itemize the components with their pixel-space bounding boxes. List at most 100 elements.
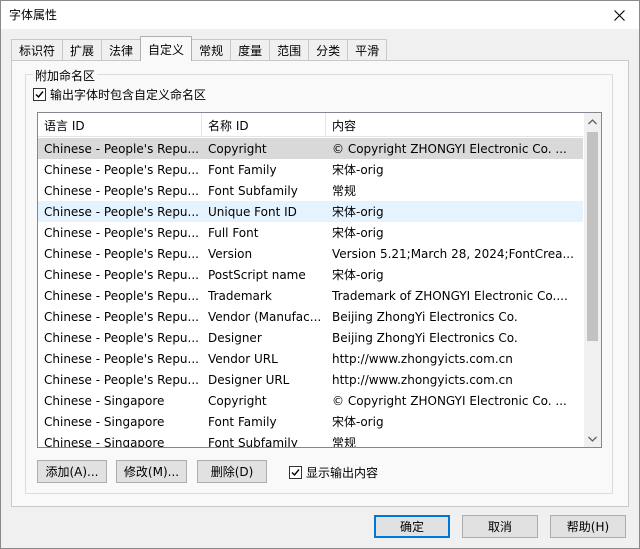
additional-naming-group: 附加命名区 输出字体时包含自定义命名区 语言 ID 名称 ID 内容 Chine…: [25, 67, 613, 494]
table-cell: © Copyright ZHONGYI Electronic Co. ...: [332, 141, 567, 156]
table-cell: Vendor (Manufac...: [208, 309, 322, 324]
tab-2[interactable]: 法律: [101, 39, 142, 61]
table-cell: Chinese - People's Repu...: [44, 288, 199, 303]
tab-1[interactable]: 扩展: [62, 39, 103, 61]
table-cell: Chinese - Singapore: [44, 393, 165, 408]
table-cell: 常规: [332, 184, 357, 198]
table-cell: Copyright: [208, 141, 267, 156]
table-cell: Chinese - People's Repu...: [44, 162, 199, 177]
table-cell: Chinese - People's Repu...: [44, 246, 199, 261]
checkbox-box[interactable]: [33, 88, 46, 101]
table-cell: Beijing ZhongYi Electronics Co.: [332, 309, 518, 324]
table-row[interactable]: Chinese - People's Repu... Font Subfamily…: [38, 180, 583, 201]
table-body: Chinese - People's Repu... Copyright © Cop…: [38, 138, 583, 448]
table-row[interactable]: Chinese - People's Repu... PostScript nam…: [38, 264, 583, 285]
vertical-scrollbar[interactable]: [584, 113, 601, 447]
table-cell: © Copyright ZHONGYI Electronic Co. ...: [332, 393, 567, 408]
tab-strip: 标识符 扩展 法律 自定义 常规 度量 范围 分类 平滑: [11, 36, 388, 61]
modify-button[interactable]: 修改(M)...: [116, 460, 187, 483]
table-cell: Unique Font ID: [208, 204, 297, 219]
table-cell: Font Family: [208, 162, 277, 177]
scroll-up-button[interactable]: [584, 113, 601, 130]
table-row[interactable]: Chinese - Singapore Font Family 宋体-orig: [38, 411, 583, 432]
table-row[interactable]: Chinese - People's Repu... Copyright © Cop…: [38, 138, 583, 159]
table-cell: Chinese - People's Repu...: [44, 372, 199, 387]
table-cell: Designer: [208, 330, 262, 345]
table-cell: Chinese - Singapore: [44, 414, 165, 429]
table-cell: Version: [208, 246, 253, 261]
checkbox-box[interactable]: [289, 466, 302, 479]
table-row[interactable]: Chinese - People's Repu... Unique Font ID…: [38, 201, 583, 222]
table-row[interactable]: Chinese - People's Repu... Vendor URL http…: [38, 348, 583, 369]
table-row[interactable]: Chinese - People's Repu... Trademark Trade…: [38, 285, 583, 306]
table-cell: Copyright: [208, 393, 267, 408]
table-row[interactable]: Chinese - People's Repu... Font Family 宋体-…: [38, 159, 583, 180]
table-cell: Chinese - People's Repu...: [44, 183, 199, 198]
naming-table[interactable]: 语言 ID 名称 ID 内容 Chinese - People's Repu..…: [37, 112, 602, 448]
table-cell: Trademark of ZHONGYI Electronic Co....: [332, 288, 568, 303]
font-properties-dialog: 字体属性 标识符 扩展 法律 自定义 常规 度量 范围 分类 平滑 附加命名区 输出字体时包含自…: [0, 0, 640, 549]
title-bar: 字体属性: [1, 1, 639, 29]
tab-8[interactable]: 平滑: [347, 39, 388, 61]
cancel-button[interactable]: 取消: [462, 515, 538, 538]
table-cell: Full Font: [208, 225, 259, 240]
table-cell: Version 5.21;March 28, 2024;FontCrea...: [332, 246, 574, 261]
table-cell: 宋体-orig: [332, 268, 384, 282]
table-row[interactable]: Chinese - Singapore Copyright © Copyright …: [38, 390, 583, 411]
group-legend: 附加命名区: [33, 67, 98, 84]
table-row[interactable]: Chinese - People's Repu... Designer Beijin…: [38, 327, 583, 348]
scroll-up-icon: [588, 118, 597, 124]
table-cell: Trademark: [208, 288, 272, 303]
table-cell: Font Subfamily: [208, 183, 298, 198]
table-row[interactable]: Chinese - People's Repu... Version Version…: [38, 243, 583, 264]
table-row[interactable]: Chinese - People's Repu... Full Font 宋体-or…: [38, 222, 583, 243]
window-title: 字体属性: [9, 8, 58, 22]
show-output-checkbox[interactable]: 显示输出内容: [289, 464, 378, 481]
table-cell: 宋体-orig: [332, 226, 384, 240]
table-cell: Chinese - People's Repu...: [44, 309, 199, 324]
tab-panel-custom: 附加命名区 输出字体时包含自定义命名区 语言 ID 名称 ID 内容 Chine…: [11, 60, 629, 507]
checkbox-label: 输出字体时包含自定义命名区: [50, 88, 207, 102]
ok-button[interactable]: 确定: [374, 515, 450, 538]
checkbox-label: 显示输出内容: [306, 466, 379, 480]
table-cell: Designer URL: [208, 372, 290, 387]
column-header-language-id[interactable]: 语言 ID: [38, 113, 202, 137]
table-cell: Font Family: [208, 414, 277, 429]
table-cell: 宋体-orig: [332, 415, 384, 429]
scrollbar-thumb[interactable]: [587, 132, 598, 341]
scroll-down-button[interactable]: [584, 430, 601, 447]
table-cell: Chinese - People's Repu...: [44, 330, 199, 345]
table-cell: http://www.zhongyicts.com.cn: [332, 372, 513, 387]
table-cell: Chinese - People's Repu...: [44, 141, 199, 156]
table-cell: http://www.zhongyicts.com.cn: [332, 351, 513, 366]
delete-button[interactable]: 删除(D): [197, 460, 267, 483]
tab-5[interactable]: 度量: [230, 39, 271, 61]
tab-7[interactable]: 分类: [308, 39, 349, 61]
table-cell: Vendor URL: [208, 351, 278, 366]
check-icon: [291, 469, 300, 477]
column-header-content[interactable]: 内容: [326, 113, 583, 137]
table-cell: Chinese - People's Repu...: [44, 351, 199, 366]
table-cell: 宋体-orig: [332, 205, 384, 219]
table-cell: 宋体-orig: [332, 163, 384, 177]
include-custom-naming-checkbox[interactable]: 输出字体时包含自定义命名区: [33, 86, 206, 103]
table-cell: Chinese - People's Repu...: [44, 204, 199, 219]
table-row[interactable]: Chinese - People's Repu... Designer URL ht…: [38, 369, 583, 390]
tab-4[interactable]: 常规: [191, 39, 232, 61]
add-button[interactable]: 添加(A)...: [37, 460, 107, 483]
tab-3[interactable]: 自定义: [140, 36, 193, 61]
close-button[interactable]: [599, 1, 639, 29]
table-cell: 常规: [332, 436, 357, 448]
table-cell: PostScript name: [208, 267, 306, 282]
check-icon: [35, 91, 44, 99]
tab-0[interactable]: 标识符: [11, 39, 64, 61]
tab-6[interactable]: 范围: [269, 39, 310, 61]
help-button[interactable]: 帮助(H): [550, 515, 626, 538]
scroll-down-icon: [588, 436, 597, 442]
column-header-name-id[interactable]: 名称 ID: [202, 113, 326, 137]
table-header: 语言 ID 名称 ID 内容: [38, 113, 583, 137]
table-cell: Chinese - People's Repu...: [44, 267, 199, 282]
table-row[interactable]: Chinese - Singapore Font Subfamily 常规: [38, 432, 583, 448]
table-cell: Font Subfamily: [208, 435, 298, 448]
table-row[interactable]: Chinese - People's Repu... Vendor (Manufa…: [38, 306, 583, 327]
